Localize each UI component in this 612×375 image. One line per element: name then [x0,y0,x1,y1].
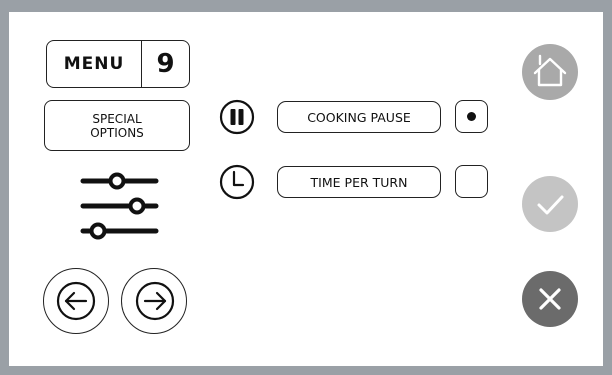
clock-icon [219,164,255,200]
arrow-right-icon [135,281,175,321]
time-per-turn-option[interactable]: TIME PER TURN [277,166,441,198]
pause-icon [219,99,255,135]
menu-label: MENU [63,54,125,74]
special-options-label-line1: SPECIAL [92,111,142,126]
home-icon [533,54,567,87]
special-options-button[interactable]: SPECIAL OPTIONS [44,100,190,151]
menu-button[interactable]: MENU 9 [46,40,190,88]
cooking-pause-option[interactable]: COOKING PAUSE [277,101,441,133]
previous-button[interactable] [43,268,109,334]
special-options-label-line2: OPTIONS [90,125,144,140]
confirm-button[interactable] [522,176,578,232]
next-button[interactable] [121,268,187,334]
menu-number: 9 [156,49,175,79]
cooking-pause-checkbox[interactable] [455,100,488,133]
time-per-turn-checkbox[interactable] [455,165,488,198]
cooking-pause-label: COOKING PAUSE [307,109,411,125]
cancel-button[interactable] [522,271,578,327]
time-per-turn-label: TIME PER TURN [310,174,408,190]
close-icon [539,288,561,310]
checked-dot-icon [467,112,476,121]
home-button[interactable] [522,44,578,100]
sliders-icon [80,170,160,242]
arrow-left-icon [56,281,96,321]
check-icon [537,195,564,215]
